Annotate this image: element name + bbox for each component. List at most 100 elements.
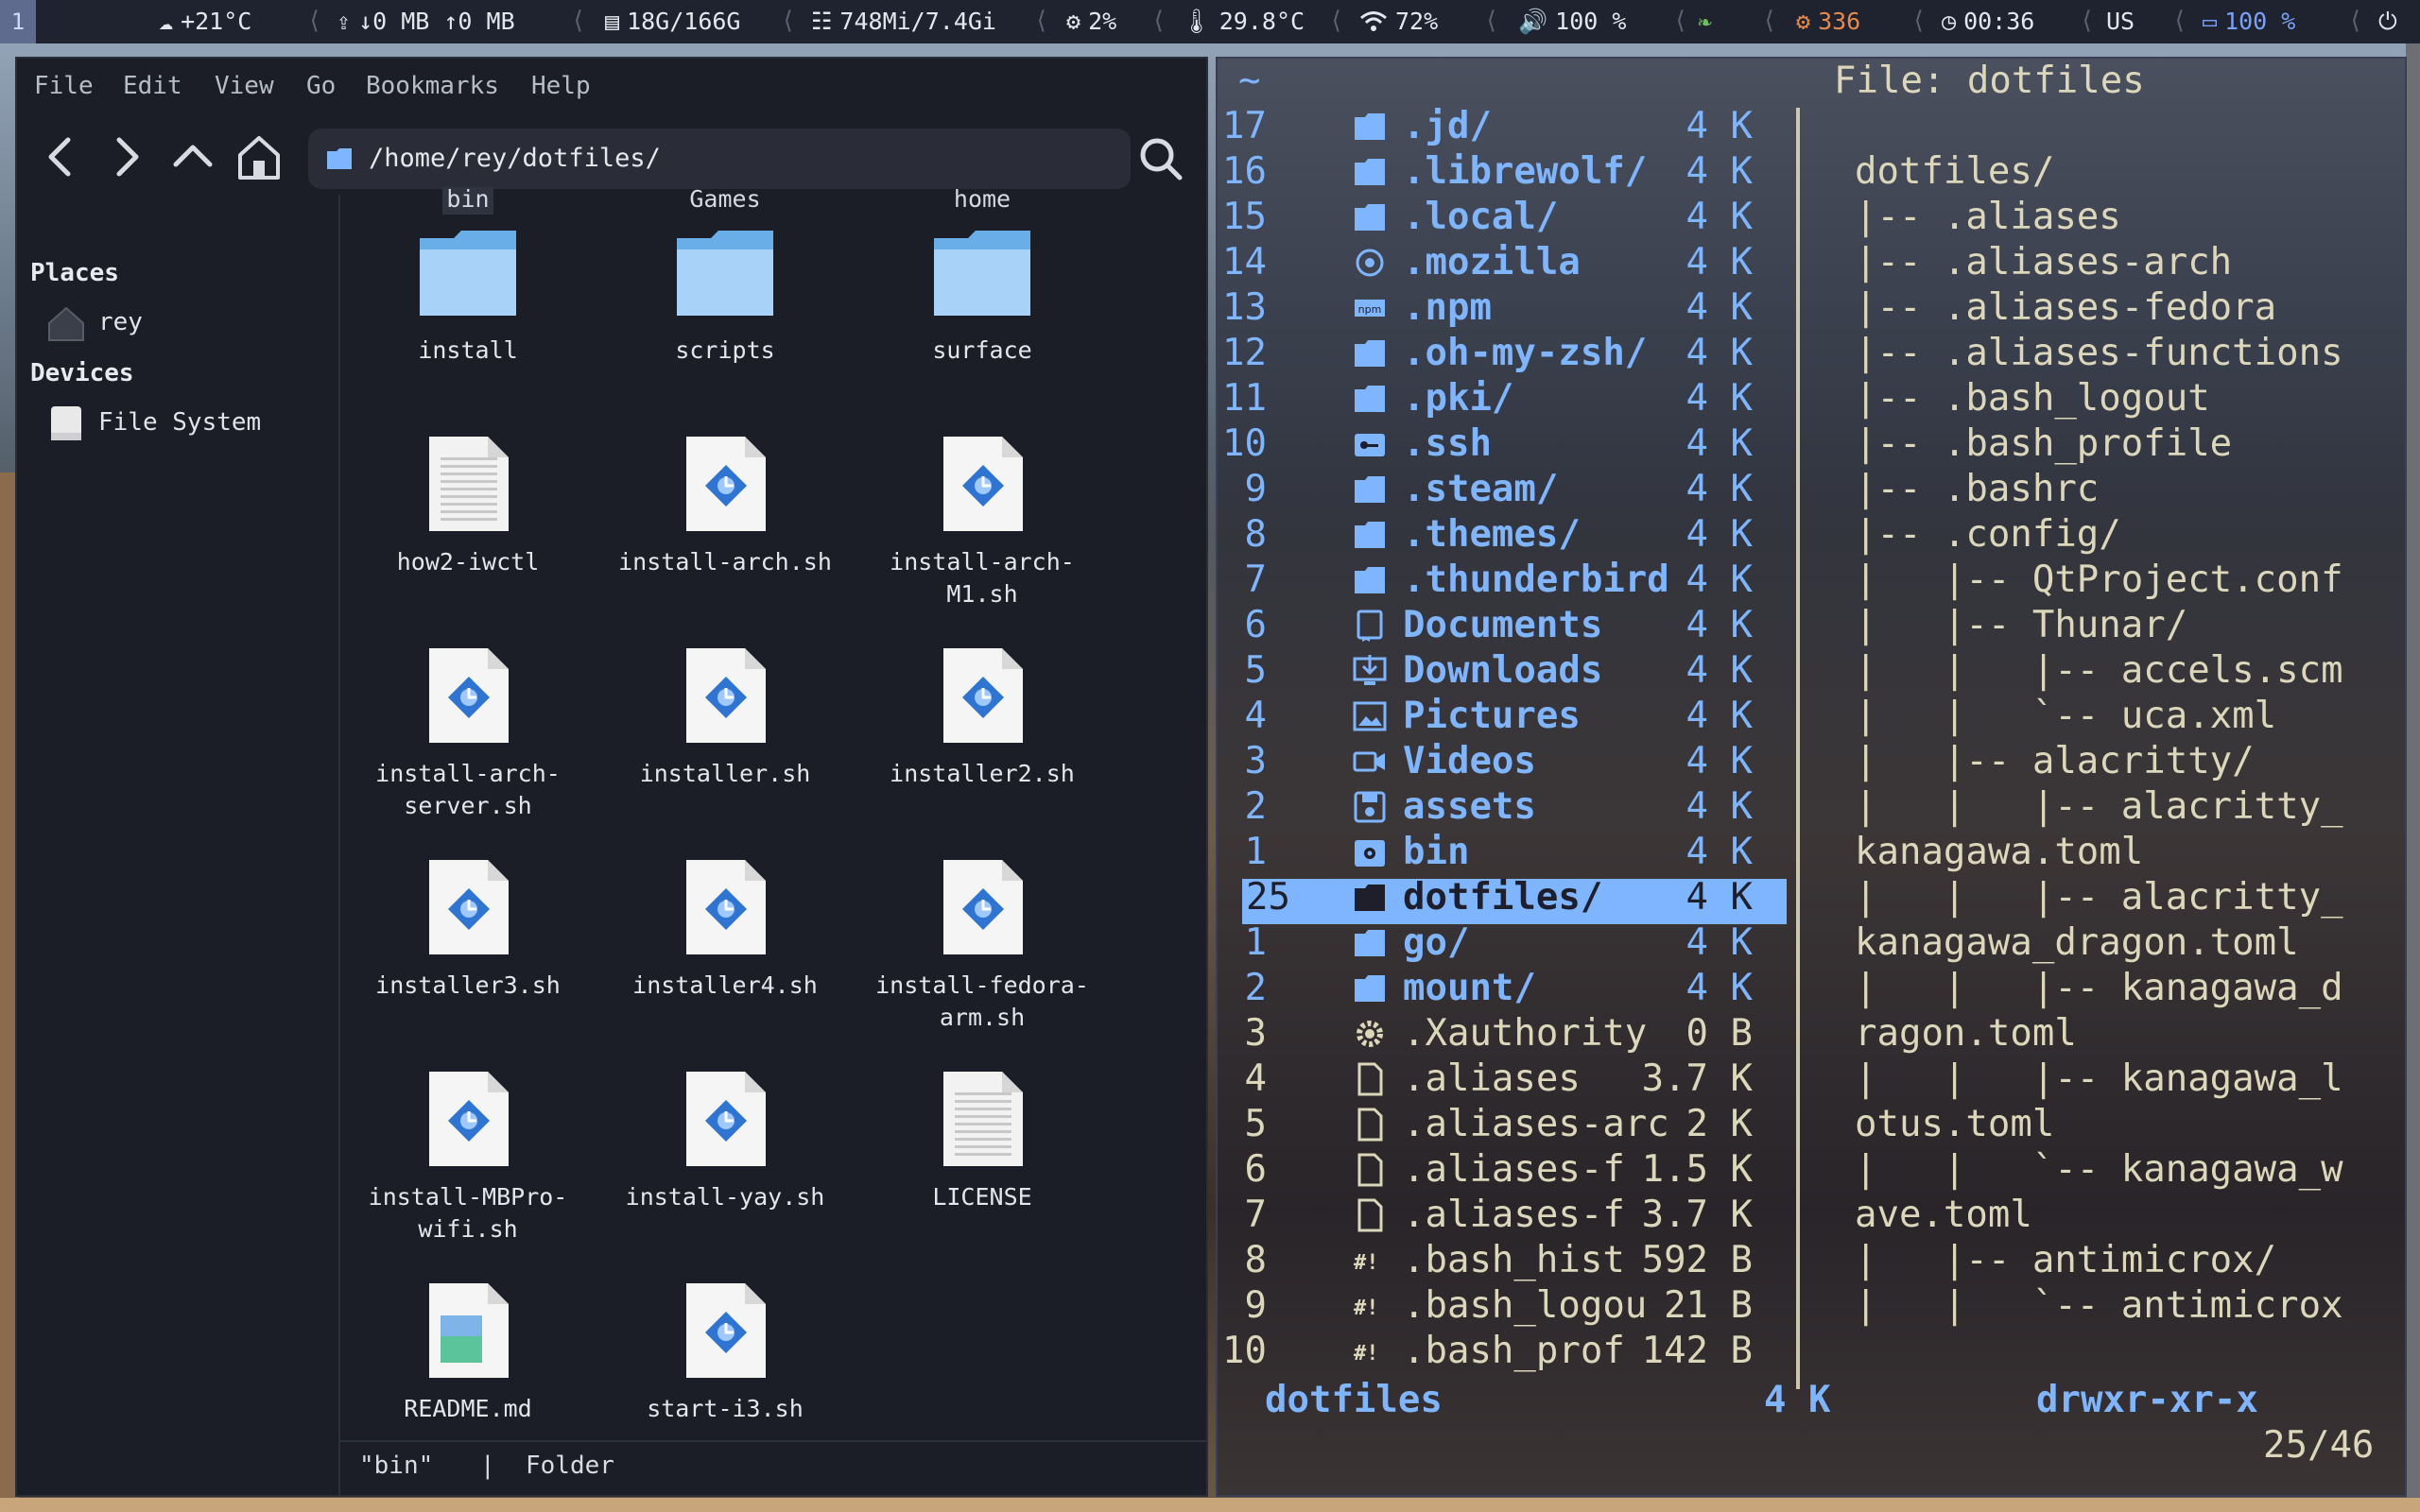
- terminal-window: ~ File: dotfiles 17 .jd/4 K 16 .librewolf/4…: [1216, 57, 2407, 1497]
- file-list-row[interactable]: 5 Downloads 4 K: [1218, 648, 1796, 694]
- search-button[interactable]: [1131, 129, 1191, 189]
- file-list-row[interactable]: 5 .aliases-arc 2 K: [1218, 1102, 1796, 1147]
- folder-icon: [1355, 386, 1385, 412]
- volume-module[interactable]: 🔊 100 %: [1518, 0, 1626, 43]
- file-list-row[interactable]: 7 .aliases-f 3.7 K: [1218, 1193, 1796, 1238]
- file-list-row[interactable]: 2 mount/4 K: [1218, 966, 1796, 1011]
- menu-bookmarks[interactable]: Bookmarks: [366, 72, 499, 100]
- network-module[interactable]: ⇪ ↓0 MB ↑0 MB: [337, 0, 515, 43]
- markdown-file-icon: [429, 1283, 509, 1378]
- file-icon: [1357, 1062, 1383, 1096]
- back-button[interactable]: [32, 129, 89, 185]
- file-list-row[interactable]: 17 .jd/4 K: [1218, 104, 1796, 149]
- file-list-row[interactable]: 3 Videos 4 K: [1218, 739, 1796, 784]
- location-bar[interactable]: /home/rey/dotfiles/: [308, 129, 1131, 189]
- item-label-games[interactable]: Games: [597, 187, 853, 213]
- file-item[interactable]: install-MBPro- wifi.sh: [340, 1068, 596, 1257]
- file-list-row[interactable]: 13 npm .npm 4 K: [1218, 285, 1796, 331]
- updates-module[interactable]: ⚙ 336: [1796, 0, 1860, 43]
- status-bar-fm: "bin" | Folder: [340, 1440, 1206, 1497]
- file-list-row[interactable]: 3 .Xauthority 0 B: [1218, 1011, 1796, 1057]
- file-list-row[interactable]: 6 .aliases-f 1.5 K: [1218, 1147, 1796, 1193]
- file-list-row[interactable]: 8 .themes/4 K: [1218, 512, 1796, 558]
- menu-help[interactable]: Help: [531, 72, 591, 100]
- file-list-row[interactable]: 6 Documents 4 K: [1218, 603, 1796, 648]
- file-item-label: installer.sh: [639, 760, 811, 787]
- wifi-module[interactable]: 72%: [1359, 0, 1438, 43]
- file-item[interactable]: README.md: [340, 1280, 596, 1435]
- file-list-row[interactable]: 9 #! .bash_logou 21 B: [1218, 1283, 1796, 1329]
- power-icon[interactable]: ⏻: [2378, 0, 2397, 43]
- chevron-left-icon: [48, 137, 71, 177]
- file-list-row[interactable]: 12 .oh-my-zsh/4 K: [1218, 331, 1796, 376]
- disk-module[interactable]: ▤ 18G/166G: [605, 0, 740, 43]
- file-icon: [1357, 1198, 1383, 1232]
- file-item[interactable]: install-arch.sh: [597, 433, 853, 622]
- menu-view[interactable]: View: [215, 72, 274, 100]
- entry-name: dotfiles/: [1403, 876, 1603, 919]
- file-item[interactable]: install-fedora- arm.sh: [855, 856, 1110, 1045]
- file-list-row[interactable]: 7 .thunderbird 4 K: [1218, 558, 1796, 603]
- svg-text:#!: #!: [1354, 1342, 1379, 1366]
- file-item[interactable]: surface: [855, 221, 1110, 410]
- volume-value: 100 %: [1555, 8, 1627, 35]
- entry-name: .pki/: [1403, 377, 1514, 420]
- file-item[interactable]: installer.sh: [597, 644, 853, 833]
- file-list-row[interactable]: 16 .librewolf/4 K: [1218, 149, 1796, 195]
- keyboard-layout[interactable]: US: [2106, 0, 2135, 43]
- file-list-row[interactable]: 1 go/4 K: [1218, 920, 1796, 966]
- file-list-row[interactable]: 14 .mozilla 4 K: [1218, 240, 1796, 285]
- picture-icon: [1353, 701, 1387, 731]
- tree-line: |-- .config/: [1855, 513, 2121, 556]
- tree-line: | |-- QtProject.conf: [1855, 558, 2343, 601]
- line-number: 2: [1244, 785, 1267, 828]
- weather-module[interactable]: ☁ +21°C: [159, 0, 251, 43]
- temperature-module[interactable]: 🌡 29.8°C: [1182, 0, 1305, 43]
- item-label-home[interactable]: home: [855, 187, 1110, 213]
- file-list-row[interactable]: 15 .local/4 K: [1218, 195, 1796, 240]
- separator: ⟨: [2348, 7, 2363, 35]
- file-item[interactable]: install-yay.sh: [597, 1068, 853, 1257]
- entry-size: 4 K: [1685, 876, 1753, 919]
- tree-line: | | |-- kanagawa_d: [1855, 967, 2343, 1009]
- wallpaper-edge-right: [2406, 38, 2420, 1512]
- clock-module[interactable]: ◷ 00:36: [1942, 0, 2034, 43]
- file-item[interactable]: install-arch- M1.sh: [855, 433, 1110, 622]
- entry-size: 4 K: [1685, 105, 1753, 147]
- item-label-bin[interactable]: bin: [340, 187, 596, 215]
- file-item[interactable]: installer4.sh: [597, 856, 853, 1045]
- leaf-module[interactable]: ❧: [1698, 0, 1712, 43]
- entry-name: .jd/: [1403, 105, 1492, 147]
- file-list-row[interactable]: 2 assets 4 K: [1218, 784, 1796, 830]
- file-list-row[interactable]: 1 bin 4 K: [1218, 830, 1796, 875]
- file-list-row[interactable]: 9 .steam/4 K: [1218, 467, 1796, 512]
- file-item[interactable]: scripts: [597, 221, 853, 410]
- file-item[interactable]: install: [340, 221, 596, 410]
- up-button[interactable]: [164, 129, 221, 185]
- file-list-row[interactable]: 10 .ssh 4 K: [1218, 421, 1796, 467]
- file-item[interactable]: installer2.sh: [855, 644, 1110, 833]
- battery-value: 100 %: [2224, 8, 2296, 35]
- file-list-row[interactable]: 8 #! .bash_hist 592 B: [1218, 1238, 1796, 1283]
- menu-edit[interactable]: Edit: [123, 72, 182, 100]
- file-item[interactable]: start-i3.sh: [597, 1280, 853, 1435]
- svg-text:#!: #!: [1354, 1251, 1379, 1275]
- file-item[interactable]: installer3.sh: [340, 856, 596, 1045]
- file-list-row[interactable]: 4 .aliases 3.7 K: [1218, 1057, 1796, 1102]
- file-list-row[interactable]: 11 .pki/4 K: [1218, 376, 1796, 421]
- leaf-icon: ❧: [1698, 8, 1713, 35]
- workspace-button[interactable]: 1: [0, 0, 36, 43]
- file-list-row[interactable]: 4 Pictures 4 K: [1218, 694, 1796, 739]
- memory-module[interactable]: ☷ 748Mi/7.4Gi: [811, 0, 996, 43]
- file-item[interactable]: install-arch- server.sh: [340, 644, 596, 833]
- file-item[interactable]: how2-iwctl: [340, 433, 596, 622]
- file-list-row-selected[interactable]: 25 dotfiles/4 K: [1218, 875, 1796, 920]
- forward-button[interactable]: [98, 129, 155, 185]
- file-list-row[interactable]: 10 #! .bash_prof 142 B: [1218, 1329, 1796, 1374]
- menu-go[interactable]: Go: [306, 72, 336, 100]
- home-button[interactable]: [231, 129, 287, 185]
- battery-module[interactable]: ▭ 100 %: [2203, 0, 2295, 43]
- file-item[interactable]: LICENSE: [855, 1068, 1110, 1257]
- menu-file[interactable]: File: [34, 72, 94, 100]
- cpu-module[interactable]: ⚙ 2%: [1066, 0, 1116, 43]
